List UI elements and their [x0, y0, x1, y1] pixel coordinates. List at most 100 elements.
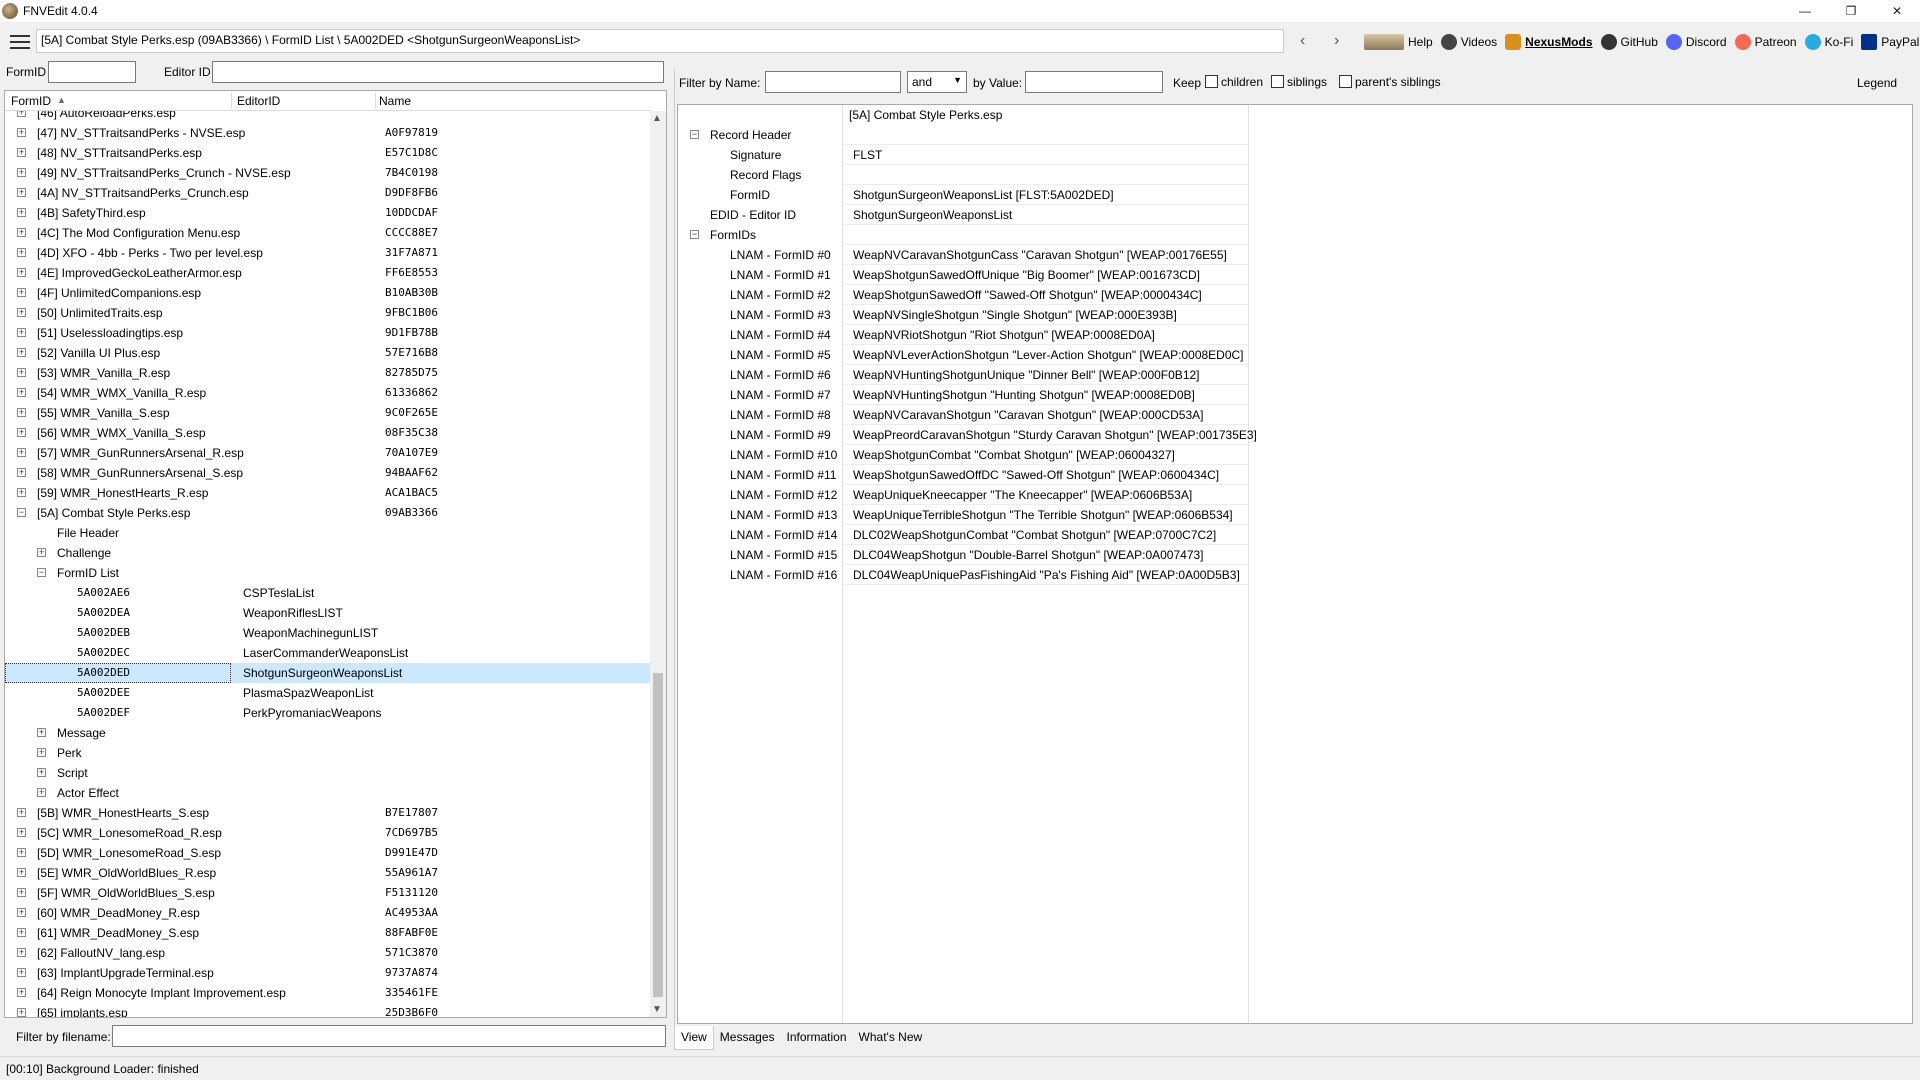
expand-icon[interactable]: +	[17, 968, 26, 977]
lnam-row[interactable]: LNAM - FormID #1 WeapShotgunSawedOffUniqu…	[678, 265, 1248, 285]
plugin-row[interactable]: + [60] WMR_DeadMoney_R.esp AC4953AA	[5, 903, 651, 923]
group-row[interactable]: + Challenge	[5, 543, 651, 563]
plugin-row[interactable]: + [62] FalloutNV_lang.esp 571C3870	[5, 943, 651, 963]
record-row[interactable]: 5A002DED ShotgunSurgeonWeaponsList	[5, 663, 651, 683]
collapse-icon[interactable]: −	[37, 568, 46, 577]
group-row[interactable]: + Script	[5, 763, 651, 783]
record-row[interactable]: 5A002AE6 CSPTeslaList	[5, 583, 651, 603]
plugin-row[interactable]: + [5E] WMR_OldWorldBlues_R.esp 55A961A7	[5, 863, 651, 883]
tree-scrollbar[interactable]: ▲ ▼	[650, 111, 666, 1017]
expand-icon[interactable]: +	[17, 228, 26, 237]
plugin-row[interactable]: + [55] WMR_Vanilla_S.esp 9C0F265E	[5, 403, 651, 423]
expand-icon[interactable]: +	[37, 548, 46, 557]
plugin-row[interactable]: + [46] AutoReloadPerks.esp	[5, 111, 651, 123]
filter-value-input[interactable]	[1025, 71, 1163, 93]
expand-icon[interactable]: +	[17, 888, 26, 897]
menu-icon[interactable]	[10, 35, 30, 49]
expand-icon[interactable]: +	[17, 948, 26, 957]
lnam-row[interactable]: LNAM - FormID #9 WeapPreordCaravanShotgun…	[678, 425, 1257, 445]
tab-view[interactable]: View	[674, 1026, 714, 1050]
nexusmods-link[interactable]: NexusMods	[1505, 34, 1593, 50]
group-row[interactable]: + Message	[5, 723, 651, 743]
group-row[interactable]: File Header	[5, 523, 651, 543]
lnam-row[interactable]: LNAM - FormID #0 WeapNVCaravanShotgunCass…	[678, 245, 1248, 265]
patreon-link[interactable]: Patreon	[1734, 34, 1797, 50]
record-row[interactable]: 5A002DEF PerkPyromaniacWeapons	[5, 703, 651, 723]
plugin-row[interactable]: + [48] NV_STTraitsandPerks.esp E57C1D8C	[5, 143, 651, 163]
record-row[interactable]: 5A002DEB WeaponMachinegunLIST	[5, 623, 651, 643]
editorid-column-header[interactable]: EditorID	[237, 94, 280, 108]
minimize-button[interactable]: —	[1782, 0, 1828, 22]
plugin-row[interactable]: + [5D] WMR_LonesomeRoad_S.esp D991E47D	[5, 843, 651, 863]
record-row[interactable]: 5A002DEE PlasmaSpazWeaponList	[5, 683, 651, 703]
expand-icon[interactable]: +	[17, 488, 26, 497]
plugin-row[interactable]: + [51] Uselessloadingtips.esp 9D1FB78B	[5, 323, 651, 343]
forward-arrow-icon[interactable]: ›	[1334, 32, 1339, 50]
plugin-row[interactable]: + [4D] XFO - 4bb - Perks - Two per level.…	[5, 243, 651, 263]
expand-icon[interactable]: +	[17, 208, 26, 217]
tab-messages[interactable]: Messages	[714, 1026, 781, 1050]
github-link[interactable]: GitHub	[1600, 34, 1658, 50]
plugin-row[interactable]: + [49] NV_STTraitsandPerks_Crunch - NVSE.…	[5, 163, 651, 183]
plugin-row[interactable]: + [65] implants.esp 25D3B6F0	[5, 1003, 651, 1017]
expand-icon[interactable]: +	[17, 848, 26, 857]
expand-icon[interactable]: +	[37, 768, 46, 777]
edid-row[interactable]: EDID - Editor ID ShotgunSurgeonWeaponsLis…	[678, 205, 1248, 225]
children-checkbox[interactable]	[1205, 75, 1218, 88]
scrollbar-thumb[interactable]	[653, 673, 663, 997]
plugin-row[interactable]: + [4A] NV_STTraitsandPerks_Crunch.esp D9DF…	[5, 183, 651, 203]
maximize-button[interactable]: ❐	[1828, 0, 1874, 22]
lnam-row[interactable]: LNAM - FormID #15 DLC04WeapShotgun "Doubl…	[678, 545, 1248, 565]
expand-icon[interactable]: +	[17, 308, 26, 317]
collapse-icon[interactable]: −	[690, 230, 699, 239]
expand-icon[interactable]: +	[17, 1008, 26, 1017]
expand-icon[interactable]: +	[17, 148, 26, 157]
expand-icon[interactable]: +	[37, 788, 46, 797]
expand-icon[interactable]: +	[37, 728, 46, 737]
plugin-row[interactable]: + [57] WMR_GunRunnersArsenal_R.esp 70A107E…	[5, 443, 651, 463]
lnam-row[interactable]: LNAM - FormID #2 WeapShotgunSawedOff "Saw…	[678, 285, 1248, 305]
back-arrow-icon[interactable]: ‹	[1300, 32, 1305, 50]
group-row[interactable]: + Perk	[5, 743, 651, 763]
collapse-icon[interactable]: −	[690, 130, 699, 139]
name-column-header[interactable]: Name	[379, 94, 411, 108]
scroll-up-icon[interactable]: ▲	[652, 113, 662, 124]
expand-icon[interactable]: +	[17, 388, 26, 397]
collapse-icon[interactable]: −	[17, 508, 26, 517]
lnam-row[interactable]: LNAM - FormID #3 WeapNVSingleShotgun "Sin…	[678, 305, 1248, 325]
scroll-down-icon[interactable]: ▼	[652, 1004, 662, 1015]
expand-icon[interactable]: +	[17, 111, 26, 117]
plugin-row[interactable]: + [56] WMR_WMX_Vanilla_S.esp 08F35C38	[5, 423, 651, 443]
plugin-row[interactable]: + [47] NV_STTraitsandPerks - NVSE.esp A0F9…	[5, 123, 651, 143]
expand-icon[interactable]: +	[17, 288, 26, 297]
plugin-row[interactable]: + [63] ImplantUpgradeTerminal.esp 9737A874	[5, 963, 651, 983]
editorid-filter-input[interactable]	[212, 61, 664, 83]
plugin-row[interactable]: + [4B] SafetyThird.esp 10DDCDAF	[5, 203, 651, 223]
plugin-row[interactable]: + [54] WMR_WMX_Vanilla_R.esp 61336862	[5, 383, 651, 403]
kofi-link[interactable]: Ko-Fi	[1804, 34, 1853, 50]
lnam-row[interactable]: LNAM - FormID #16 DLC04WeapUniquePasFishi…	[678, 565, 1248, 585]
formid-column-header[interactable]: FormID	[11, 94, 51, 108]
lnam-row[interactable]: LNAM - FormID #14 DLC02WeapShotgunCombat …	[678, 525, 1248, 545]
plugin-row[interactable]: + [4E] ImprovedGeckoLeatherArmor.esp FF6E8…	[5, 263, 651, 283]
plugin-row[interactable]: + [53] WMR_Vanilla_R.esp 82785D75	[5, 363, 651, 383]
expand-icon[interactable]: +	[17, 468, 26, 477]
expand-icon[interactable]: +	[17, 808, 26, 817]
plugin-row[interactable]: + [52] Vanilla UI Plus.esp 57E716B8	[5, 343, 651, 363]
plugin-row[interactable]: + [4F] UnlimitedCompanions.esp B10AB30B	[5, 283, 651, 303]
formid-filter-input[interactable]	[48, 61, 136, 83]
expand-icon[interactable]: +	[17, 828, 26, 837]
plugin-row[interactable]: + [50] UnlimitedTraits.esp 9FBC1B06	[5, 303, 651, 323]
expand-icon[interactable]: +	[17, 368, 26, 377]
record-row[interactable]: 5A002DEC LaserCommanderWeaponsList	[5, 643, 651, 663]
parents-siblings-checkbox[interactable]	[1339, 75, 1352, 88]
plugin-row[interactable]: + [5C] WMR_LonesomeRoad_R.esp 7CD697B5	[5, 823, 651, 843]
lnam-row[interactable]: LNAM - FormID #5 WeapNVLeverActionShotgun…	[678, 345, 1248, 365]
filter-operator-select[interactable]: and ▼	[907, 71, 967, 93]
formids-row[interactable]: − FormIDs	[678, 225, 1248, 245]
plugin-row[interactable]: + [64] Reign Monocyte Implant Improvement…	[5, 983, 651, 1003]
plugin-row[interactable]: + [61] WMR_DeadMoney_S.esp 88FABF0E	[5, 923, 651, 943]
expand-icon[interactable]: +	[17, 928, 26, 937]
expand-icon[interactable]: +	[17, 408, 26, 417]
expand-icon[interactable]: +	[17, 428, 26, 437]
